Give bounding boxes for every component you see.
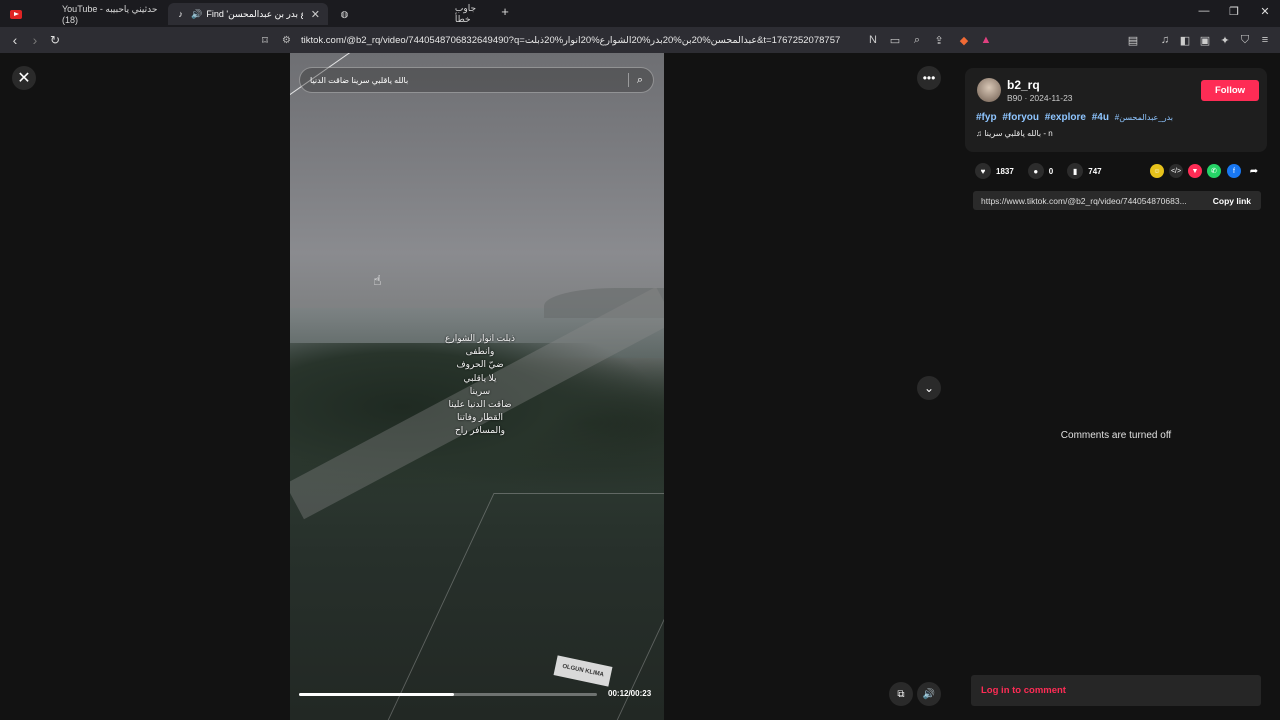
hashtag-link[interactable]: #4u (1092, 112, 1109, 123)
bookmark-icon: ▮ (1067, 163, 1084, 179)
video-player[interactable]: OLGUN KLIMA بالله ياقلبي سرينا ضاقت الدن… (290, 53, 664, 720)
lyric-line: والمسافر راح (455, 425, 505, 436)
share-page-icon[interactable]: ⇪ (932, 33, 946, 47)
share-arrow-icon[interactable]: ➦ (1247, 164, 1261, 178)
search-text: بالله ياقلبي سرينا ضاقت الدنيا (310, 75, 409, 85)
hashtags: #fyp #foryou #explore #4u #بدر_عبدالمحسن (976, 112, 1176, 123)
globe-icon: ◍ (340, 8, 349, 19)
browser-tab-bar: YouTube - حدثيني ياحبيبه (18) ♪ 🔊 Find '… (0, 0, 1280, 27)
author-card: b2_rq B90 · 2024-11-23 Follow #fyp #fory… (965, 68, 1267, 152)
pip-icon[interactable]: ⧉ (889, 682, 913, 706)
tab-tiktok-active[interactable]: ♪ 🔊 Find 'الشوارع بدر بن عبدالمحسن' ✕ (168, 3, 328, 25)
brave-shield-icon[interactable]: ◆ (957, 33, 971, 47)
music-title: بالله ياقلبي سرينا - n (984, 129, 1053, 138)
forward-icon[interactable]: › (26, 31, 44, 49)
sidebar-icon[interactable]: ◧ (1178, 33, 1192, 47)
copy-link-button[interactable]: Copy link (1203, 196, 1261, 206)
tiktok-icon: ♪ (178, 9, 183, 19)
vpn-shield-icon[interactable]: ⛉ (1238, 33, 1252, 47)
save-count: 747 (1088, 166, 1102, 176)
more-options-icon[interactable]: ••• (917, 66, 941, 90)
rewards-icon[interactable]: ▲ (979, 33, 993, 47)
lyric-line: وانطفى (465, 346, 495, 357)
hashtag-link[interactable]: #foryou (1002, 112, 1039, 123)
menu-icon[interactable]: ≡ (1258, 33, 1272, 47)
engagement-stats: ♥ 1837 ● 0 ▮ 747 (975, 163, 1116, 179)
restore-icon[interactable]: ❐ (1226, 5, 1242, 18)
music-line[interactable]: ♫ بالله ياقلبي سرينا - n (976, 129, 1053, 138)
tab-globe[interactable]: ◍ جاوب خطأ (332, 3, 492, 25)
facebook-icon[interactable]: f (1227, 164, 1241, 178)
search-icon[interactable]: ⌕ (637, 74, 643, 87)
ai-icon[interactable]: ✦ (1218, 33, 1232, 47)
bookmark-icon[interactable]: ⌑ (256, 31, 274, 49)
music-icon[interactable]: ♫ (1158, 33, 1172, 47)
lyric-line: ضيّ الحروف (456, 359, 504, 370)
minimize-icon[interactable]: — (1196, 5, 1212, 17)
close-tab-icon[interactable]: ✕ (311, 8, 320, 21)
hashtag-link[interactable]: #explore (1045, 112, 1086, 123)
comment-icon: ● (1027, 163, 1044, 179)
author-username[interactable]: b2_rq (1007, 78, 1040, 92)
cast-icon[interactable]: ▭ (888, 33, 902, 47)
reload-icon[interactable]: ↻ (46, 31, 64, 49)
login-to-comment-button[interactable]: Log in to comment (971, 675, 1261, 706)
embed-icon[interactable]: </> (1169, 164, 1183, 178)
progress-fill (299, 693, 454, 696)
close-icon[interactable]: ✕ (12, 66, 36, 90)
new-tab-button[interactable]: + (497, 4, 513, 19)
back-icon[interactable]: ‹ (6, 31, 24, 49)
tab-title: Find 'الشوارع بدر بن عبدالمحسن' (206, 8, 302, 19)
tiktok-page: ✕ OLGUN KLIMA بالله ياقلبي سرينا ضاقت ال… (0, 53, 1280, 720)
translate-icon[interactable]: N (866, 33, 880, 47)
lyric-line: ذبلت انوار الشوارع (445, 333, 515, 343)
copy-link-row: https://www.tiktok.com/@b2_rq/video/7440… (973, 191, 1261, 210)
like-stat[interactable]: ♥ 1837 (975, 163, 1014, 179)
next-video-icon[interactable]: ⌄ (917, 376, 941, 400)
url-text: tiktok.com/@b2_rq/video/7440548706832649… (300, 34, 841, 46)
save-stat[interactable]: ▮ 747 (1067, 163, 1102, 179)
like-count: 1837 (996, 166, 1014, 176)
speaker-icon: 🔊 (191, 8, 203, 19)
tab-youtube[interactable]: YouTube - حدثيني ياحبيبه (18) (2, 3, 167, 25)
wallet-icon[interactable]: ▣ (1198, 33, 1212, 47)
zoom-icon[interactable]: ⌕ (910, 33, 924, 47)
send-icon[interactable]: ▼ (1188, 164, 1202, 178)
heart-icon: ♥ (975, 163, 991, 179)
lyrics-overlay: ذبلت انوار الشوارع وانطفى ضيّ الحروف يلا… (430, 332, 530, 438)
hashtag-link[interactable]: #بدر_عبدالمحسن (1115, 113, 1173, 122)
address-bar: ‹ › ↻ ⌑ ⚙ tiktok.com/@b2_rq/video/744054… (0, 27, 1280, 53)
share-link-text[interactable]: https://www.tiktok.com/@b2_rq/video/7440… (973, 196, 1203, 206)
comment-count: 0 (1048, 166, 1054, 176)
lyric-line: القطار وفاتنا (456, 412, 504, 423)
comments-off-notice: Comments are turned off (1060, 430, 1172, 441)
avatar[interactable] (977, 78, 1001, 102)
tab-title: YouTube - حدثيني ياحبيبه (18) (62, 3, 158, 25)
site-settings-icon[interactable]: ⚙ (282, 35, 291, 46)
reader-icon[interactable]: ▤ (1126, 33, 1140, 47)
lyric-line: سرينا (469, 385, 491, 396)
tab-title: جاوب خطأ (454, 3, 477, 24)
youtube-icon (10, 8, 22, 20)
volume-icon[interactable]: 🔊 (917, 682, 941, 706)
hashtag-link[interactable]: #fyp (976, 112, 997, 123)
comment-stat[interactable]: ● 0 (1027, 163, 1054, 179)
close-window-icon[interactable]: ✕ (1257, 5, 1273, 18)
whatsapp-icon[interactable]: ✆ (1207, 164, 1221, 178)
author-meta: B90 · 2024-11-23 (1007, 93, 1073, 103)
music-note-icon: ♫ (976, 129, 982, 138)
video-search-box[interactable]: بالله ياقلبي سرينا ضاقت الدنيا ⌕ (299, 67, 654, 93)
video-info-panel: b2_rq B90 · 2024-11-23 Follow #fyp #fory… (964, 53, 1268, 720)
mouse-pointer-icon: ☝ (373, 272, 382, 288)
video-time: 00:12/00:23 (608, 689, 652, 698)
video-progress-bar[interactable] (299, 693, 597, 696)
lyric-line: يلا ياقلبي (463, 372, 497, 383)
lyric-line: ضاقت الدنيا علينا (448, 399, 512, 410)
follow-button[interactable]: Follow (1201, 80, 1259, 101)
friends-share-icon[interactable]: ☺ (1150, 164, 1164, 178)
